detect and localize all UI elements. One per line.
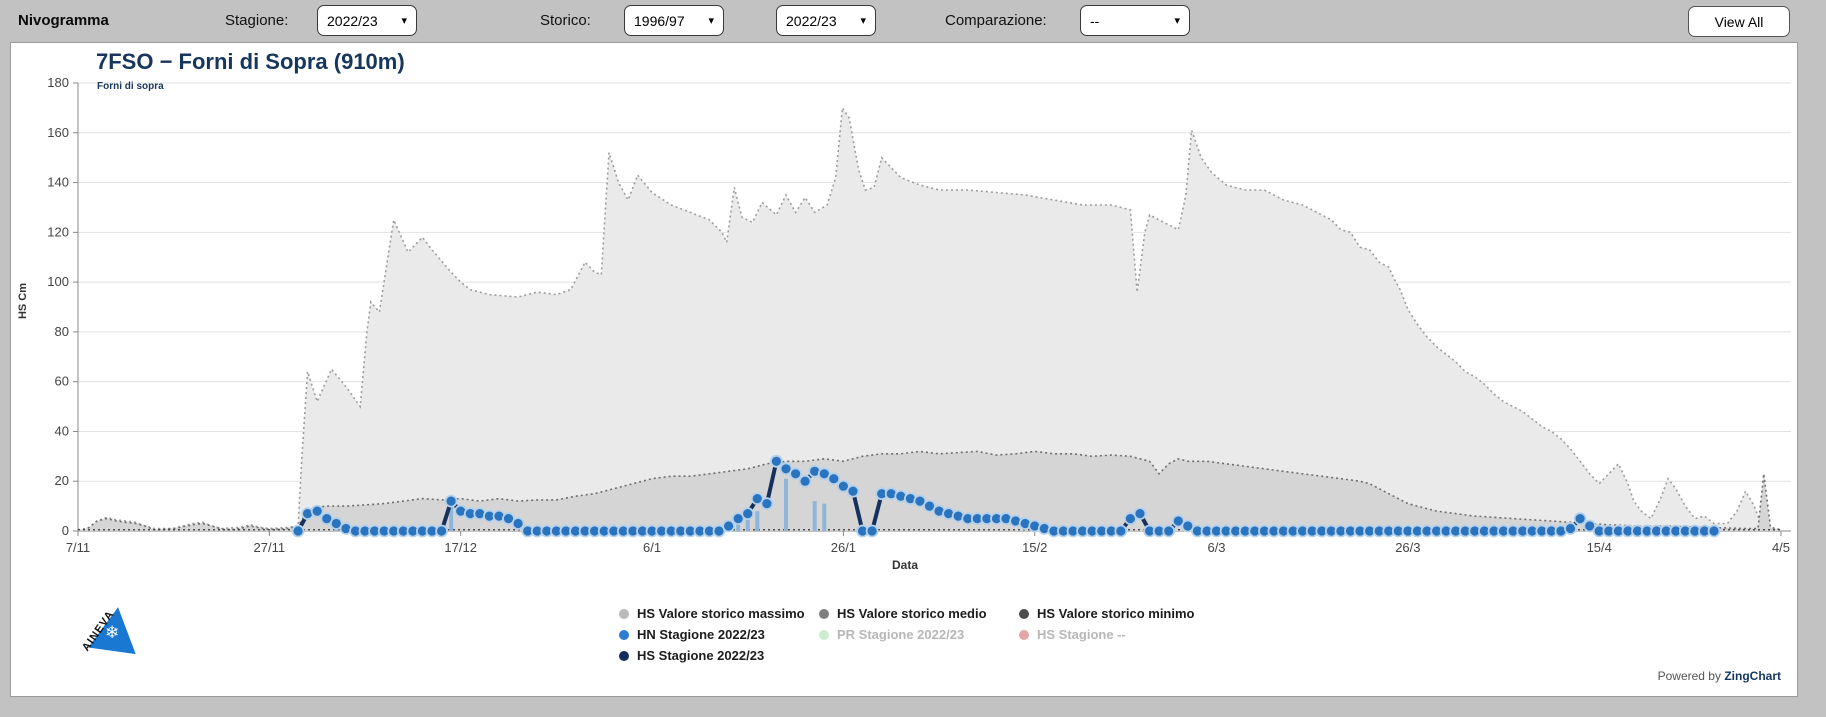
legend-label: HS Stagione -- bbox=[1037, 627, 1126, 642]
chevron-down-icon: ▾ bbox=[860, 15, 866, 27]
comparazione-select-value: -- bbox=[1090, 12, 1100, 29]
svg-text:26/3: 26/3 bbox=[1395, 540, 1420, 555]
svg-text:20: 20 bbox=[55, 473, 69, 488]
powered-by: Powered by ZingChart bbox=[1658, 669, 1781, 683]
svg-text:40: 40 bbox=[55, 423, 69, 438]
svg-text:0: 0 bbox=[62, 523, 69, 538]
legend-label: PR Stagione 2022/23 bbox=[837, 627, 965, 642]
svg-text:140: 140 bbox=[47, 175, 69, 190]
legend-marker-icon bbox=[819, 608, 829, 619]
x-axis-title: Data bbox=[891, 558, 918, 572]
legend-label: HS Valore storico minimo bbox=[1037, 606, 1195, 621]
aineva-logo: ❄ AINEVA bbox=[73, 595, 153, 665]
svg-text:80: 80 bbox=[55, 324, 69, 339]
chevron-down-icon: ▾ bbox=[1174, 15, 1180, 27]
legend-item-3[interactable]: HN Stagione 2022/23 bbox=[619, 624, 819, 645]
svg-text:7/11: 7/11 bbox=[66, 540, 90, 555]
svg-text:160: 160 bbox=[47, 125, 69, 140]
svg-text:100: 100 bbox=[47, 274, 69, 289]
legend-item-0[interactable]: HS Valore storico massimo bbox=[619, 603, 819, 624]
chart-subtitle: Forni di sopra bbox=[97, 81, 164, 92]
svg-text:4/5: 4/5 bbox=[1772, 540, 1790, 555]
legend-label: HN Stagione 2022/23 bbox=[637, 627, 765, 642]
svg-text:6/3: 6/3 bbox=[1207, 540, 1225, 555]
legend-marker-icon bbox=[619, 608, 629, 619]
legend-label: HS Stagione 2022/23 bbox=[637, 648, 765, 663]
svg-text:180: 180 bbox=[47, 75, 69, 90]
legend-marker-icon bbox=[1019, 608, 1029, 619]
legend-item-4[interactable]: PR Stagione 2022/23 bbox=[819, 624, 1019, 645]
view-all-button[interactable]: View All bbox=[1688, 6, 1790, 37]
legend-marker-icon bbox=[819, 629, 829, 640]
app-title: Nivogramma bbox=[18, 12, 109, 29]
legend-marker-icon bbox=[619, 650, 629, 661]
svg-text:15/2: 15/2 bbox=[1022, 540, 1047, 555]
comparazione-label: Comparazione: bbox=[945, 12, 1047, 29]
svg-text:17/12: 17/12 bbox=[444, 540, 477, 555]
chart-title: 7FSO − Forni di Sopra (910m) bbox=[96, 49, 405, 74]
legend-item-6[interactable]: HS Stagione 2022/23 bbox=[619, 645, 819, 666]
legend-label: HS Valore storico massimo bbox=[637, 606, 805, 621]
storico-label: Storico: bbox=[540, 12, 591, 29]
svg-text:6/1: 6/1 bbox=[643, 540, 661, 555]
nivogram-plot[interactable]: 0 20 40 60 80 100 120 140 160 180 7/11 27/11 17/12 6/… bbox=[11, 43, 1799, 698]
toolbar: Nivogramma Stagione: 2022/23 ▾ Storico: … bbox=[0, 0, 1826, 42]
svg-text:60: 60 bbox=[55, 374, 69, 389]
chevron-down-icon: ▾ bbox=[708, 15, 714, 27]
legend-item-2[interactable]: HS Valore storico minimo bbox=[1019, 603, 1279, 624]
chart-panel: 0 20 40 60 80 100 120 140 160 180 7/11 27/11 17/12 6/… bbox=[10, 42, 1798, 697]
legend-item-1[interactable]: HS Valore storico medio bbox=[819, 603, 1019, 624]
legend-marker-icon bbox=[1019, 629, 1029, 640]
stagione-select[interactable]: 2022/23 ▾ bbox=[317, 5, 417, 36]
storico-select-to-value: 2022/23 bbox=[786, 12, 837, 29]
stagione-select-value: 2022/23 bbox=[327, 12, 378, 29]
storico-select-to[interactable]: 2022/23 ▾ bbox=[776, 5, 876, 36]
legend-label: HS Valore storico medio bbox=[837, 606, 987, 621]
svg-text:27/11: 27/11 bbox=[254, 540, 286, 555]
legend-item-5[interactable]: HS Stagione -- bbox=[1019, 624, 1279, 645]
stagione-label: Stagione: bbox=[225, 12, 289, 29]
storico-select-from[interactable]: 1996/97 ▾ bbox=[624, 5, 724, 36]
zingchart-brand: ZingChart bbox=[1724, 669, 1781, 683]
legend-marker-icon bbox=[619, 629, 629, 640]
comparazione-select[interactable]: -- ▾ bbox=[1080, 5, 1190, 36]
chevron-down-icon: ▾ bbox=[401, 15, 407, 27]
y-axis-title: HS Cm bbox=[17, 282, 29, 320]
storico-select-from-value: 1996/97 bbox=[634, 12, 685, 29]
legend: HS Valore storico massimo HS Valore stori… bbox=[619, 603, 1279, 666]
svg-text:120: 120 bbox=[47, 224, 69, 239]
svg-text:15/4: 15/4 bbox=[1587, 540, 1612, 555]
svg-text:26/1: 26/1 bbox=[831, 540, 856, 555]
powered-by-text: Powered by bbox=[1657, 669, 1721, 683]
